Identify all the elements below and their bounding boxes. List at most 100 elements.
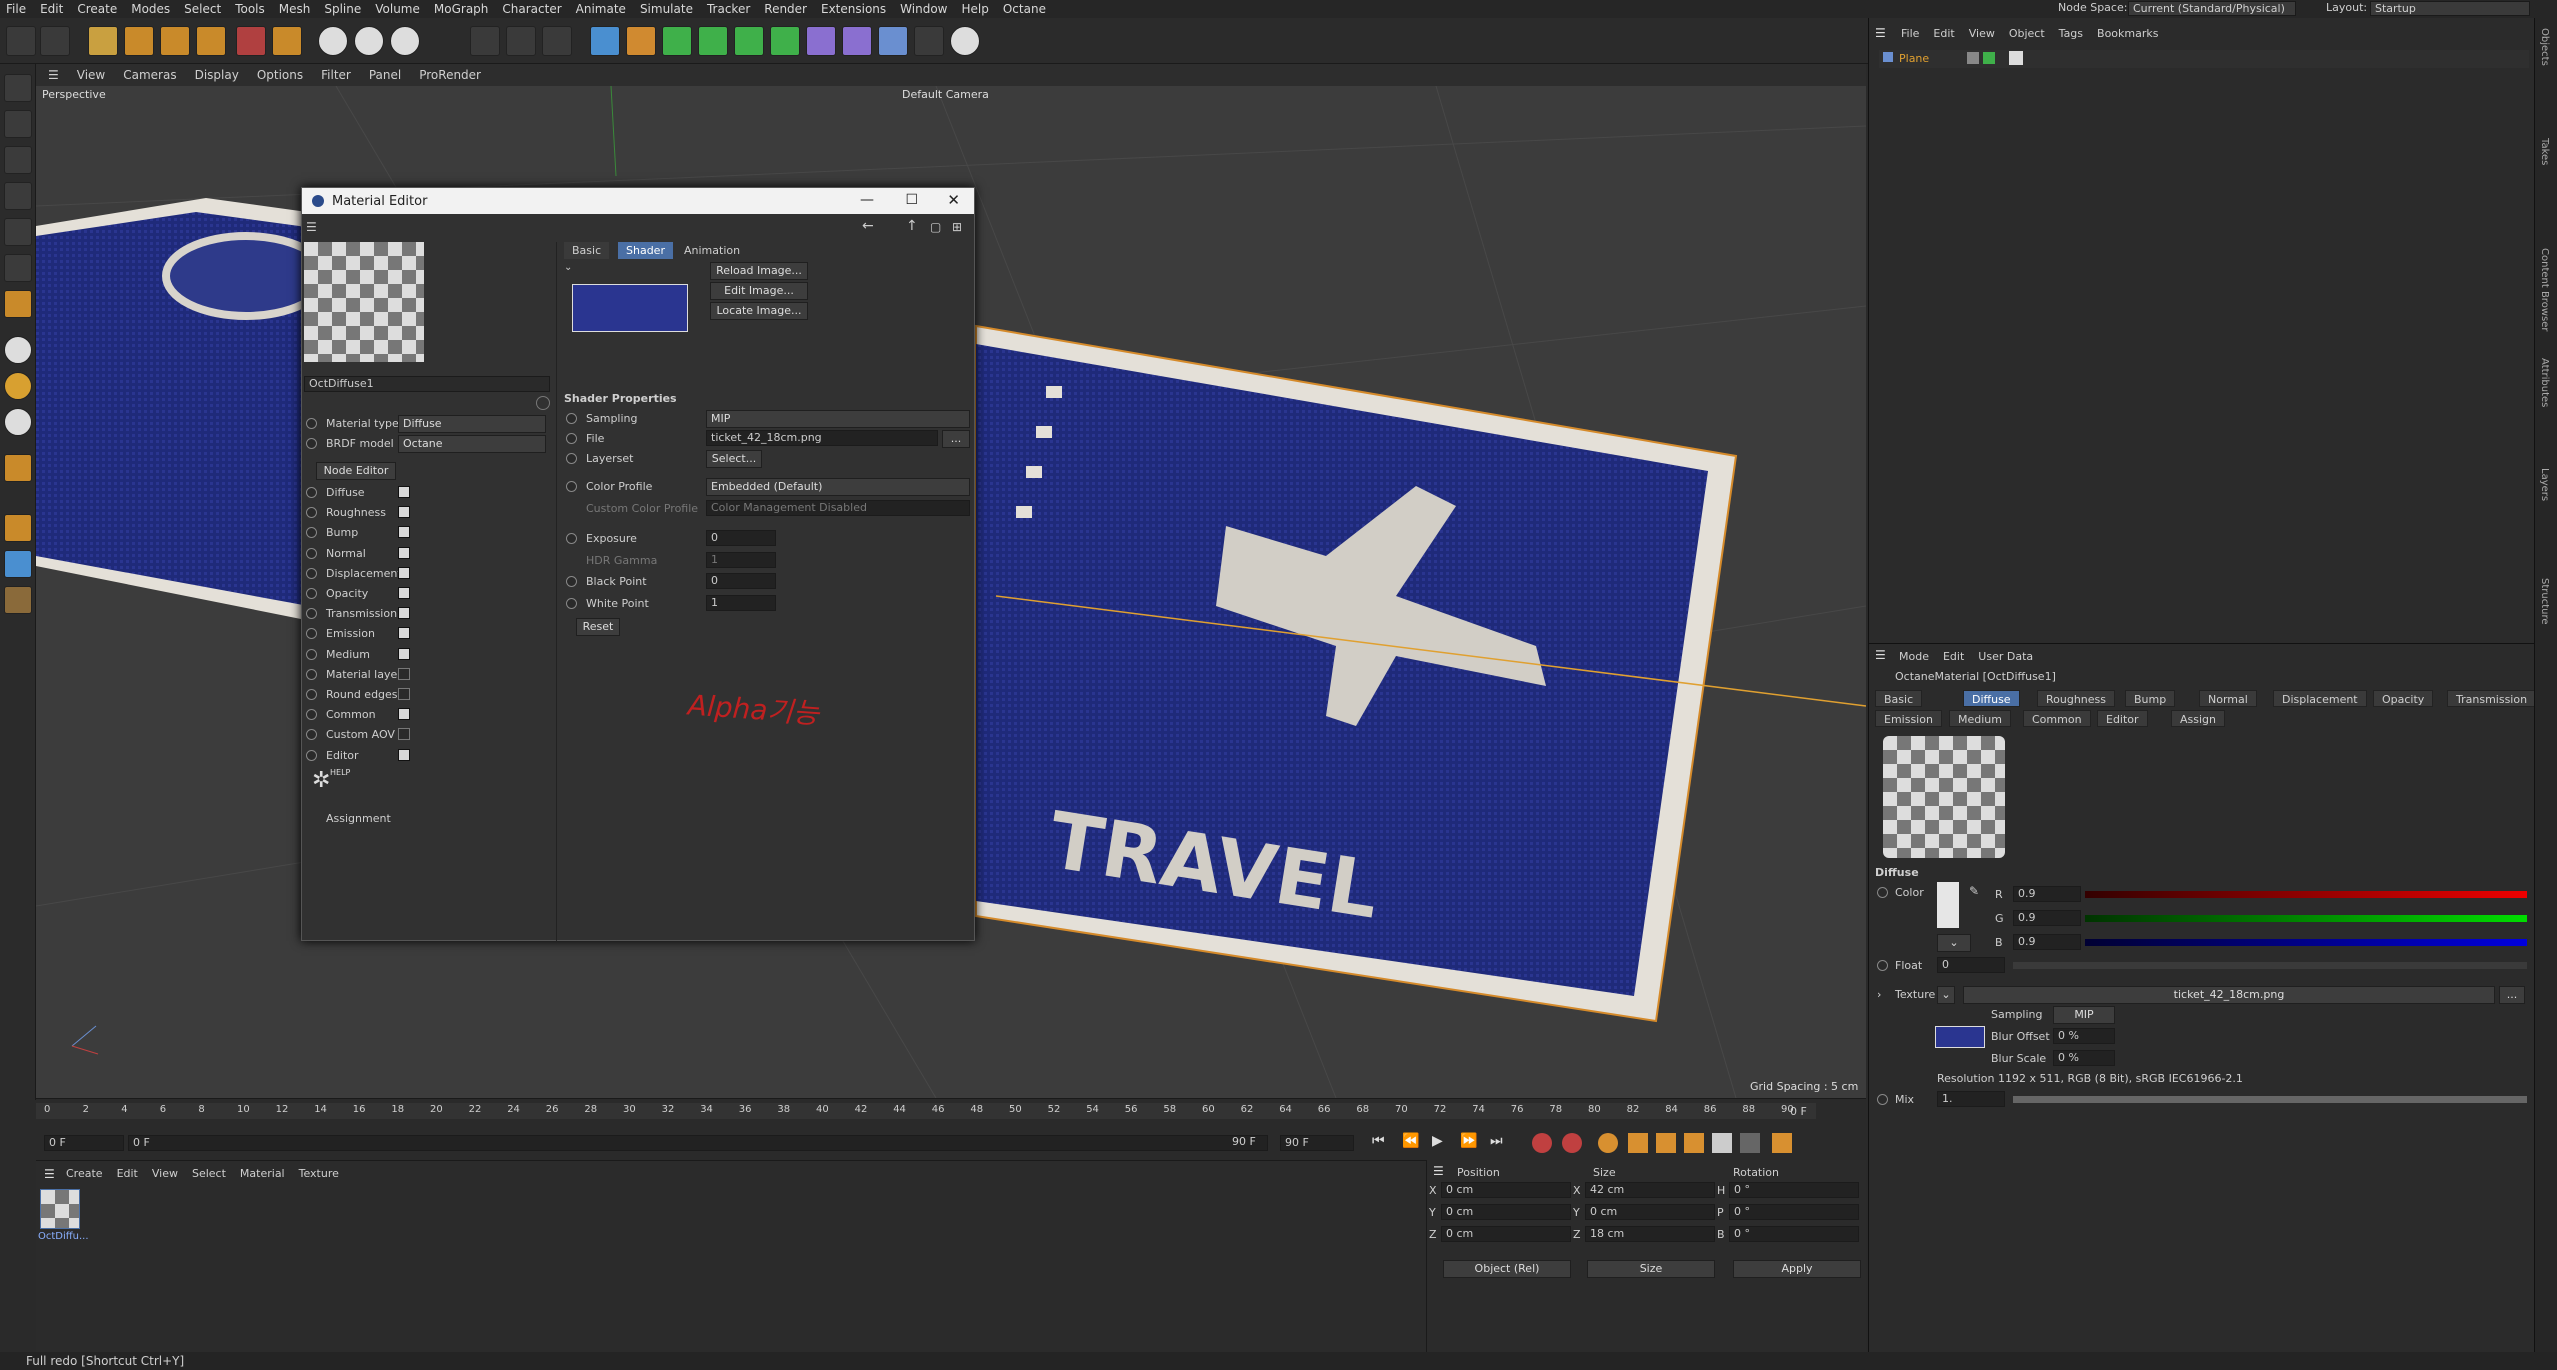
channel-checkbox[interactable] [398,566,410,579]
material-name-field[interactable]: OctDiffuse1 [304,376,550,392]
pla-key-icon[interactable] [1740,1133,1760,1153]
workplane-icon[interactable] [4,408,32,436]
float-slider[interactable] [2013,962,2527,969]
coords-menu-icon[interactable]: ☰ [1433,1164,1444,1178]
viewport-menu-options[interactable]: Options [257,68,303,82]
blur-scale-field[interactable]: 0 % [2053,1050,2115,1066]
cloner-icon[interactable] [770,26,800,56]
autokey-icon[interactable] [1562,1133,1582,1153]
channel-radio[interactable] [306,689,317,700]
start-frame-field[interactable]: 0 F [44,1135,124,1151]
extrude-icon[interactable] [698,26,728,56]
axis-tool-icon[interactable] [272,26,302,56]
channel-checkbox[interactable] [398,688,410,700]
white-point-field[interactable]: 1 [706,595,776,611]
assignment-label[interactable]: Assignment [326,812,391,825]
file-browse-button[interactable]: ... [942,430,970,448]
render-view-icon[interactable] [506,26,536,56]
channel-label-opacity[interactable]: Opacity [326,587,368,600]
coord-size-select[interactable]: Size [1587,1260,1715,1278]
channel-radio[interactable] [306,709,317,721]
scale-key-icon[interactable] [1656,1133,1676,1153]
material-menu-edit[interactable]: Edit [117,1167,138,1180]
objects-menu-view[interactable]: View [1969,27,1995,40]
deformer-icon[interactable] [806,26,836,56]
scale-tool-icon[interactable] [160,26,190,56]
undo-icon[interactable] [6,26,36,56]
viewport-menu-cameras[interactable]: Cameras [123,68,176,82]
channel-label-custom-aov[interactable]: Custom AOV [326,728,395,741]
camera-name[interactable]: Default Camera [902,88,989,101]
snap-settings-icon[interactable] [4,372,32,400]
new-panel-icon[interactable]: ⊞ [952,220,962,234]
play-icon[interactable]: ▶ [1432,1133,1443,1149]
range-end-field[interactable]: 90 F [1280,1135,1354,1151]
color-profile-select[interactable]: Embedded (Default) [706,478,970,496]
channel-label-diffuse[interactable]: Diffuse [326,486,365,499]
menu-spline[interactable]: Spline [324,2,361,16]
points-mode-icon[interactable] [4,182,32,210]
channel-label-displacement[interactable]: Displacement [326,567,402,580]
viewport-menu-view[interactable]: View [77,68,105,82]
material-menu-texture[interactable]: Texture [299,1167,339,1180]
channel-checkbox[interactable] [398,587,410,599]
camera-icon[interactable] [914,26,944,56]
channel-radio[interactable] [306,749,317,761]
attr-tab-diffuse[interactable]: Diffuse [1963,690,2020,707]
eyedropper-icon[interactable]: ✎ [1969,884,1979,898]
channel-checkbox[interactable] [398,506,410,519]
attr-tab-editor[interactable]: Editor [2097,710,2148,727]
axis-mode-icon[interactable] [4,290,32,318]
exposure-radio[interactable] [566,533,577,544]
pen-icon[interactable] [626,26,656,56]
channel-radio[interactable] [306,628,317,640]
coord-position-field[interactable]: 0 cm [1441,1204,1571,1220]
object-row-plane[interactable]: Plane [1879,50,2529,68]
select-tool-icon[interactable] [88,26,118,56]
objects-menu-edit[interactable]: Edit [1933,27,1954,40]
field-icon[interactable] [842,26,872,56]
texture-dropdown[interactable]: ⌄ [1937,986,1955,1004]
dialog-titlebar[interactable]: Material Editor — ☐ ✕ [302,188,974,214]
channel-radio[interactable] [306,588,317,599]
channel-label-normal[interactable]: Normal [326,547,366,560]
attr-tab-transmission[interactable]: Transmission [2447,690,2537,707]
apply-button[interactable]: Apply [1733,1260,1861,1278]
render-settings-icon[interactable] [542,26,572,56]
go-end-icon[interactable]: ⏭ [1490,1133,1503,1149]
channel-label-common[interactable]: Common [326,708,376,721]
side-tab-layers[interactable]: Layers [2539,468,2550,501]
shader-thumbnail[interactable] [572,284,688,332]
color-profile-radio[interactable] [566,481,577,492]
channel-checkbox[interactable] [398,647,410,660]
mix-anim-radio[interactable] [1877,1094,1888,1105]
coord-position-field[interactable]: 0 cm [1441,1182,1571,1198]
channel-radio[interactable] [306,668,317,680]
channel-label-transmission[interactable]: Transmission [326,607,397,620]
menu-file[interactable]: File [6,2,26,16]
b-field[interactable]: 0.9 [2013,934,2081,950]
layout-select[interactable]: Startup [2370,1,2530,16]
render-region-icon[interactable] [470,26,500,56]
channel-checkbox[interactable] [398,607,410,620]
channel-checkbox[interactable] [398,526,410,539]
next-key-icon[interactable]: ⏩ [1460,1133,1477,1149]
minimize-icon[interactable]: — [860,192,874,208]
objects-menu-file[interactable]: File [1901,27,1919,40]
z-axis-icon[interactable] [390,26,420,56]
r-field[interactable]: 0.9 [2013,886,2081,902]
record-tool-icon[interactable] [236,26,266,56]
channel-checkbox[interactable] [398,708,410,721]
attr-tab-medium[interactable]: Medium [1949,710,2011,727]
material-tag-icon[interactable] [2009,51,2023,65]
coord-mode-select[interactable]: Object (Rel) [1443,1260,1571,1278]
reload-image-button[interactable]: Reload Image... [710,262,808,280]
target-icon[interactable] [536,396,550,410]
node-space-select[interactable]: Current (Standard/Physical) [2128,1,2296,16]
channel-checkbox[interactable] [398,627,410,640]
black-point-field[interactable]: 0 [706,573,776,589]
menu-modes[interactable]: Modes [131,2,170,16]
coord-rotation-field[interactable]: 0 ° [1729,1226,1859,1242]
mix-slider[interactable] [2013,1096,2527,1103]
file-radio[interactable] [566,433,577,444]
